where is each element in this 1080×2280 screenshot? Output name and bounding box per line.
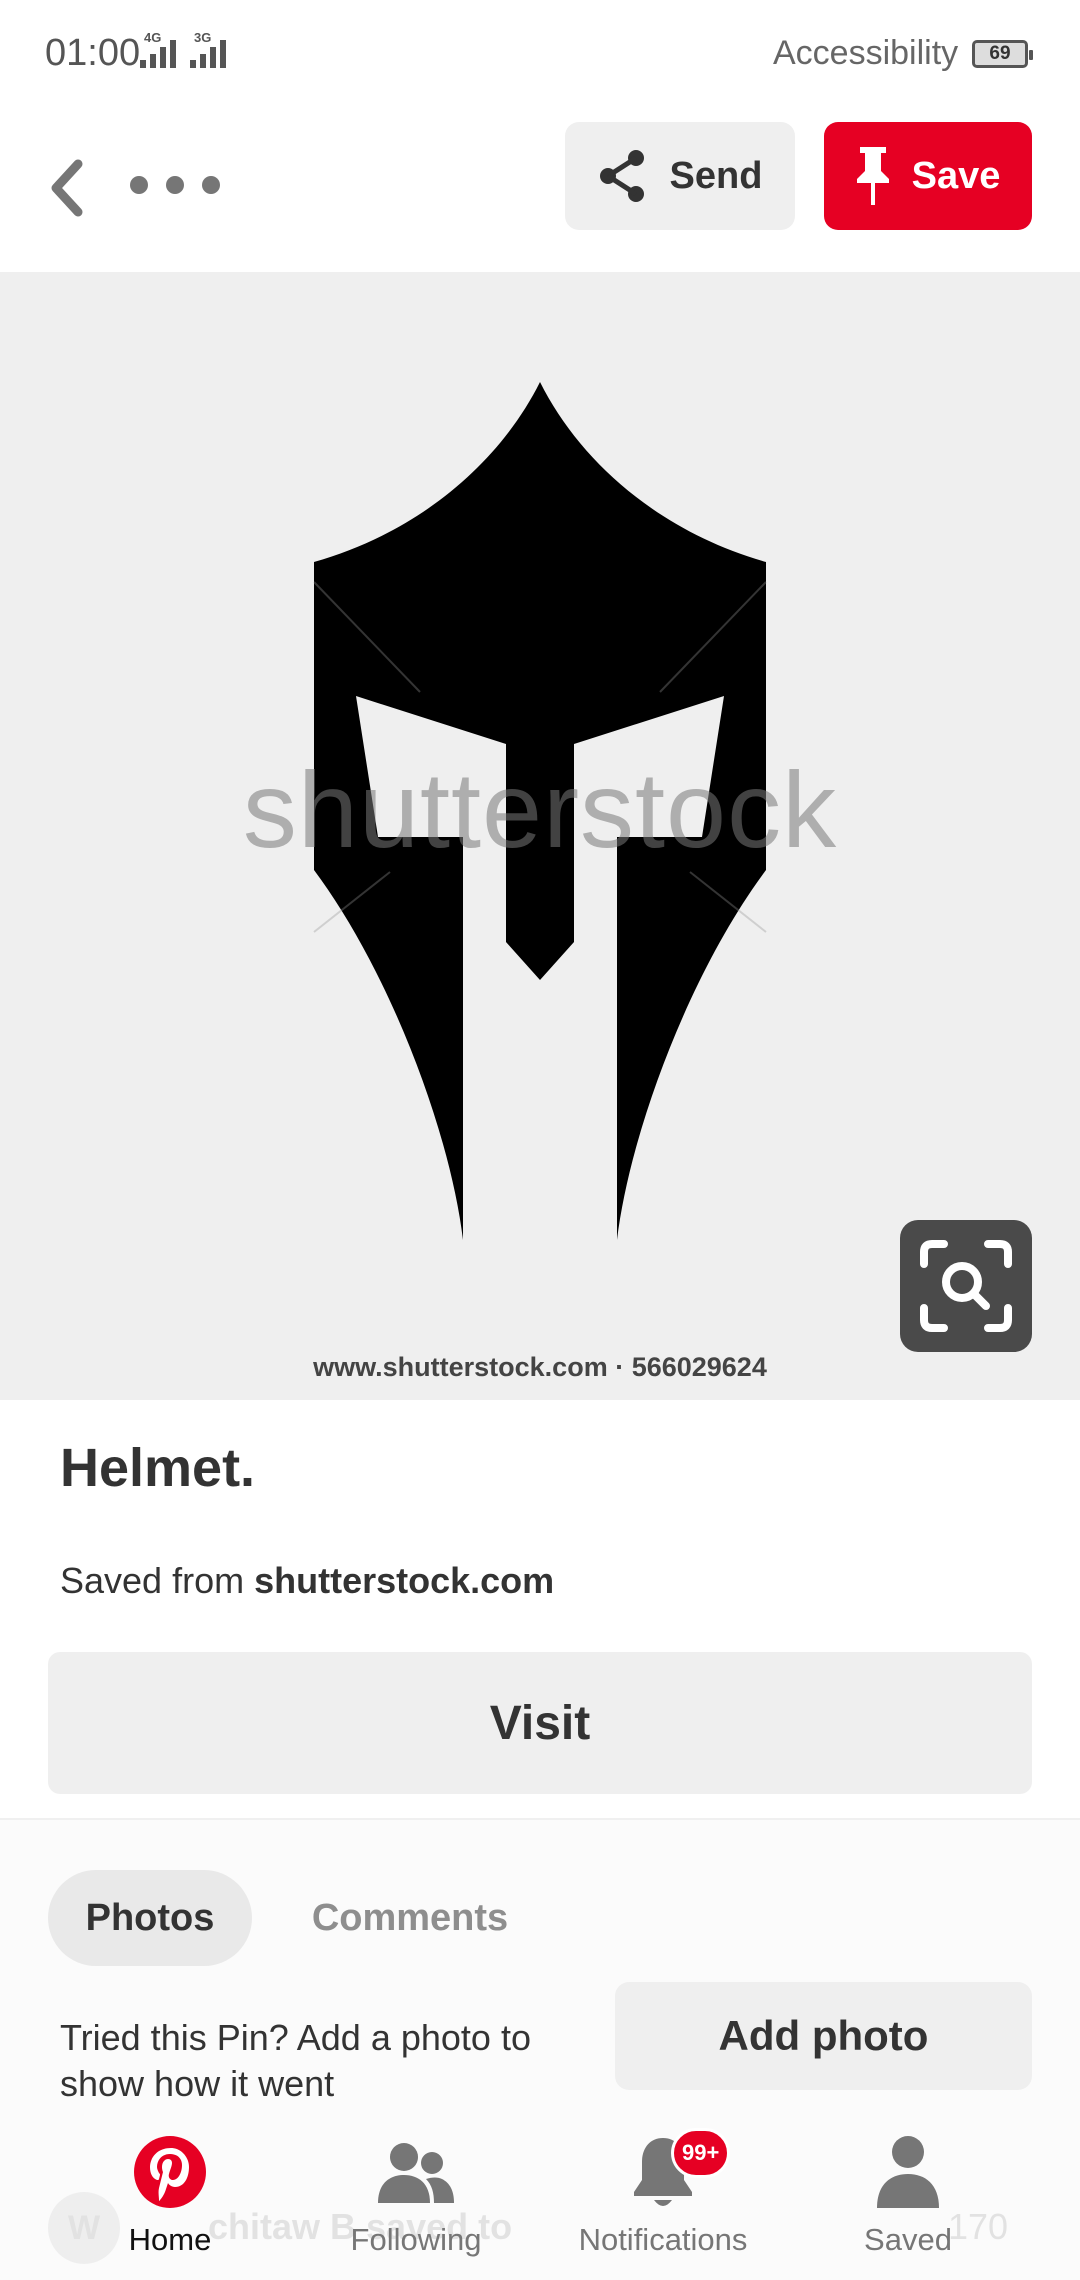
- more-horizontal-icon: [130, 176, 148, 194]
- tab-comments[interactable]: Comments: [300, 1870, 520, 1966]
- nav-home[interactable]: Home: [70, 2134, 270, 2258]
- nav-saved-label: Saved: [864, 2222, 952, 2257]
- nav-following-label: Following: [350, 2222, 482, 2257]
- add-photo-button[interactable]: Add photo: [615, 1982, 1032, 2090]
- saved-from-prefix: Saved from: [60, 1560, 255, 1601]
- signal-indicators: 4G 3G: [140, 30, 226, 68]
- status-bar: 01:00 4G 3G Accessibility 69: [0, 0, 1080, 110]
- visual-search-button[interactable]: [900, 1220, 1032, 1352]
- signal-3g-icon: 3G: [190, 30, 226, 68]
- accessibility-label: Accessibility: [773, 34, 959, 72]
- chevron-left-icon: [51, 159, 83, 217]
- share-icon: [599, 150, 644, 202]
- pinterest-logo-icon: [130, 2134, 210, 2210]
- nav-notifications-label: Notifications: [578, 2222, 748, 2257]
- pin-toolbar: Send Save: [0, 110, 1080, 270]
- pin-image[interactable]: shutterstock www.shutterstock.com · 5660…: [0, 272, 1080, 1400]
- image-credit: www.shutterstock.com · 566029624: [313, 1352, 767, 1382]
- watermark-text: shutterstock: [242, 749, 838, 870]
- people-icon: [376, 2134, 456, 2210]
- more-options-button[interactable]: [130, 155, 220, 215]
- pushpin-icon: [856, 147, 889, 205]
- tab-photos[interactable]: Photos: [48, 1870, 252, 1966]
- visit-label: Visit: [489, 1696, 591, 1750]
- visit-button[interactable]: Visit: [48, 1652, 1032, 1794]
- nav-following[interactable]: Following: [316, 2134, 516, 2258]
- notification-badge: 99+: [671, 2128, 731, 2178]
- tried-pin-prompt: Tried this Pin? Add a photo to show how …: [60, 2017, 531, 2104]
- battery-level: 69: [989, 43, 1011, 64]
- send-label: Send: [669, 154, 763, 197]
- network-3g-label: 3G: [194, 30, 212, 45]
- network-4g-label: 4G: [144, 30, 162, 45]
- pin-title: Helmet.: [60, 1438, 256, 1498]
- nav-saved[interactable]: Saved: [808, 2134, 1008, 2258]
- nav-home-label: Home: [128, 2222, 212, 2257]
- status-time: 01:00: [45, 32, 141, 74]
- visual-search-icon: [920, 1240, 1012, 1332]
- bell-icon: 99+: [623, 2128, 731, 2210]
- save-label: Save: [911, 154, 1001, 197]
- signal-4g-icon: 4G: [140, 30, 176, 68]
- source-domain-link[interactable]: shutterstock.com: [254, 1560, 554, 1601]
- saved-from: Saved from shutterstock.com: [60, 1560, 554, 1602]
- save-button[interactable]: Save: [824, 122, 1032, 230]
- battery-icon: 69: [972, 40, 1033, 68]
- send-button[interactable]: Send: [565, 122, 795, 230]
- back-button[interactable]: [38, 150, 98, 226]
- nav-notifications[interactable]: 99+ Notifications: [563, 2128, 763, 2258]
- person-icon: [868, 2134, 948, 2210]
- bottom-navigation: Home Following 99+ Notifications Saved: [0, 2120, 1080, 2280]
